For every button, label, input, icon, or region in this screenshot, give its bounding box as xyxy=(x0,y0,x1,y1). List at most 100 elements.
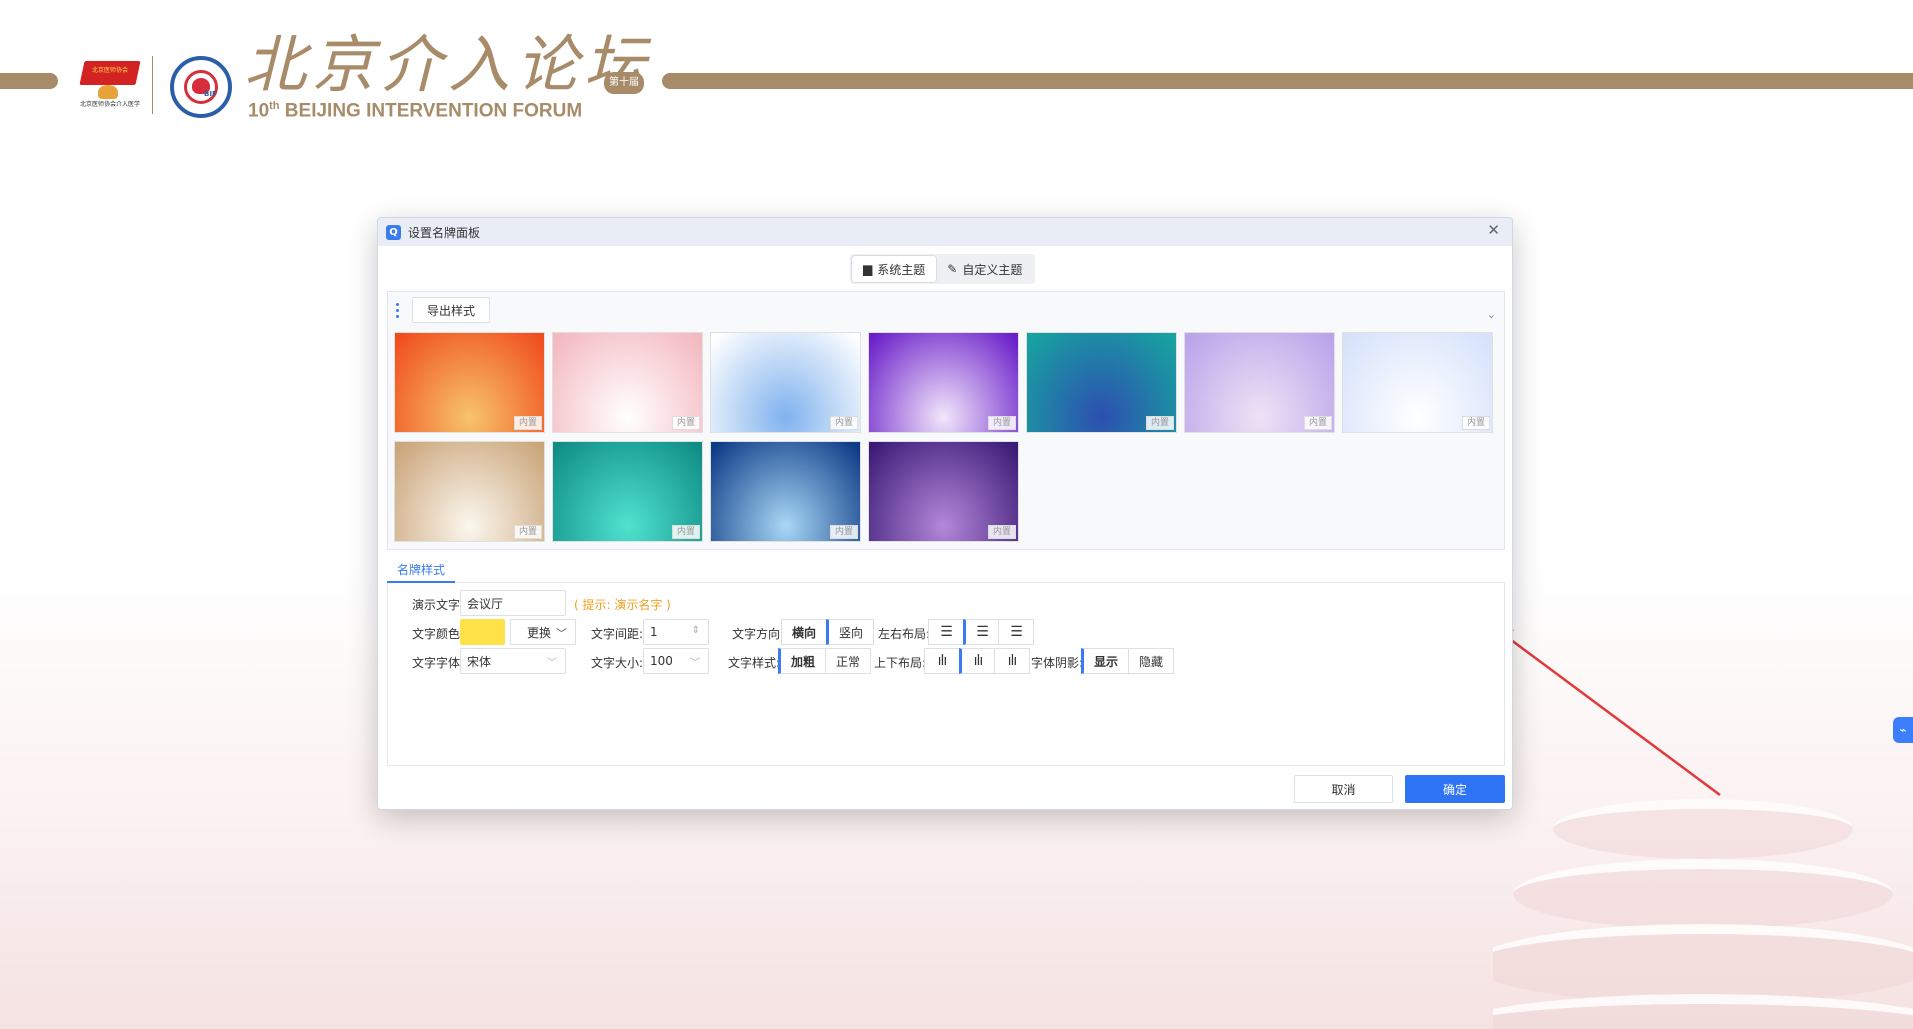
more-options-icon[interactable] xyxy=(394,302,400,318)
theme-tabs: ▆ 系统主题 ✎ 自定义主题 xyxy=(850,254,1036,284)
cancel-button[interactable]: 取消 xyxy=(1294,775,1393,803)
theme-thumbnail[interactable]: 内置 xyxy=(552,441,703,542)
builtin-badge: 内置 xyxy=(513,525,542,539)
confirm-button[interactable]: 确定 xyxy=(1405,775,1505,803)
builtin-badge: 内置 xyxy=(1303,416,1332,430)
forum-seal: 第十届 xyxy=(604,72,644,94)
tab-system-theme[interactable]: ▆ 系统主题 xyxy=(852,256,937,282)
dialog-title: 设置名牌面板 xyxy=(408,225,481,240)
direction-vertical-button[interactable]: 竖向 xyxy=(826,619,875,645)
builtin-badge: 内置 xyxy=(987,525,1016,539)
builtin-badge: 内置 xyxy=(671,525,700,539)
font-shadow-group: 显示 隐藏 xyxy=(1081,648,1175,674)
text-style-group: 加粗 正常 xyxy=(778,648,872,674)
font-shadow-label: 字体阴影: xyxy=(1031,656,1084,670)
text-color-label: 文字颜色: xyxy=(412,627,465,641)
chevron-down-icon[interactable]: ⌄ xyxy=(1487,308,1496,321)
builtin-badge: 内置 xyxy=(987,416,1016,430)
pencil-icon: ✎ xyxy=(947,262,958,276)
font-size-select[interactable]: 100 ﹀ xyxy=(643,648,709,674)
dialog-titlebar: Q 设置名牌面板 ✕ xyxy=(378,218,1512,246)
title-en-number: 10 xyxy=(248,100,270,122)
theme-thumbnail[interactable]: 内置 xyxy=(710,441,861,542)
font-size-value: 100 xyxy=(650,654,673,668)
style-bold-button[interactable]: 加粗 xyxy=(778,648,827,674)
direction-horizontal-button[interactable]: 横向 xyxy=(781,619,828,645)
forum-emblem-icon: BIF xyxy=(170,56,232,118)
align-center-icon[interactable]: ☰ xyxy=(963,619,999,645)
theme-thumbnail[interactable]: 内置 xyxy=(1184,332,1335,433)
align-bottom-icon[interactable]: ılı xyxy=(994,648,1030,674)
monitor-icon: ▆ xyxy=(863,262,873,276)
text-direction-group: 横向 竖向 xyxy=(781,619,875,645)
align-top-icon[interactable]: ılı xyxy=(924,648,960,674)
tab-nameplate-style[interactable]: 名牌样式 xyxy=(387,559,456,583)
app-icon: Q xyxy=(386,224,401,240)
style-settings-panel: 演示文字: 会议厅 ( 提示: 演示名字 ) 文字颜色: 更换 ﹀ 文字间距: … xyxy=(387,583,1505,766)
horizontal-layout-label: 左右布局: xyxy=(878,627,931,641)
change-color-label: 更换 xyxy=(527,625,552,640)
title-en-text: BEIJING INTERVENTION FORUM xyxy=(279,100,583,122)
align-left-icon[interactable]: ☰ xyxy=(928,619,964,645)
red-arrow-annotation xyxy=(1484,620,1721,797)
gallery-toolbar: 导出样式 xyxy=(388,292,1504,328)
logo-flag-text: 北京医师协会 xyxy=(91,67,128,74)
text-style-label: 文字样式: xyxy=(728,656,781,670)
forum-title-chinese: 北京介入论坛 xyxy=(244,28,653,101)
close-icon[interactable]: ✕ xyxy=(1487,221,1500,239)
theme-thumbnail[interactable]: 内置 xyxy=(394,332,545,433)
export-style-button[interactable]: 导出样式 xyxy=(412,297,491,323)
theme-thumbnail[interactable]: 内置 xyxy=(868,441,1019,542)
style-tabbar: 名牌样式 xyxy=(387,559,1505,583)
title-en-suffix: th xyxy=(269,100,280,112)
vertical-layout-group: ılı ılı ılı xyxy=(924,648,1030,674)
demo-text-input[interactable]: 会议厅 xyxy=(460,590,566,616)
stepper-icon[interactable]: ⇕ xyxy=(692,625,700,636)
emblem-text: BIF xyxy=(204,90,217,98)
builtin-badge: 内置 xyxy=(829,525,858,539)
theme-thumbnail[interactable]: 内置 xyxy=(868,332,1019,433)
shadow-show-button[interactable]: 显示 xyxy=(1081,648,1130,674)
demo-text-hint: ( 提示: 演示名字 ) xyxy=(574,598,671,612)
theme-thumbnail[interactable]: 内置 xyxy=(1026,332,1177,433)
forum-title-english: 10th BEIJING INTERVENTION FORUM xyxy=(248,100,582,122)
align-middle-icon[interactable]: ılı xyxy=(959,648,995,674)
change-color-button[interactable]: 更换 ﹀ xyxy=(510,619,576,645)
temple-ring xyxy=(1513,859,1893,929)
theme-thumbnail[interactable]: 内置 xyxy=(552,332,703,433)
builtin-badge: 内置 xyxy=(513,416,542,430)
font-family-select[interactable]: 宋体 ﹀ xyxy=(460,648,566,674)
style-normal-button[interactable]: 正常 xyxy=(825,648,872,674)
tab-custom-theme[interactable]: ✎ 自定义主题 xyxy=(936,256,1033,282)
nameplate-settings-dialog: Q 设置名牌面板 ✕ ▆ 系统主题 ✎ 自定义主题 导出样式 ⌄ 内置 内置 内置内… xyxy=(377,217,1513,810)
flame-icon xyxy=(98,85,118,99)
chevron-down-icon: ﹀ xyxy=(556,627,567,640)
theme-thumbnail[interactable]: 内置 xyxy=(394,441,545,542)
theme-gallery: 导出样式 ⌄ 内置 内置 内置 内置 内置 内置 内置 内置 内置 内置 内置 xyxy=(387,291,1505,550)
side-widget-button[interactable]: ⌁ xyxy=(1893,717,1913,743)
builtin-badge: 内置 xyxy=(829,416,858,430)
builtin-badge: 内置 xyxy=(671,416,700,430)
temple-ring xyxy=(1493,924,1913,1004)
tab-label: 系统主题 xyxy=(877,262,926,277)
chevron-down-icon: ﹀ xyxy=(547,658,557,669)
logo-divider xyxy=(152,56,153,114)
theme-thumbnail[interactable]: 内置 xyxy=(710,332,861,433)
banner-stripe-left xyxy=(0,73,58,89)
association-logo: 北京医师协会 北京医师协会介入医学 xyxy=(70,55,150,111)
theme-thumbnail[interactable]: 内置 xyxy=(1342,332,1493,433)
align-right-icon[interactable]: ☰ xyxy=(998,619,1034,645)
text-direction-label: 文字方向: xyxy=(732,627,785,641)
shadow-hide-button[interactable]: 隐藏 xyxy=(1128,648,1175,674)
text-spacing-label: 文字间距: xyxy=(591,627,644,641)
text-color-swatch[interactable] xyxy=(460,619,505,645)
text-spacing-input[interactable]: 1 ⇕ xyxy=(643,619,709,645)
vertical-layout-label: 上下布局: xyxy=(874,656,927,670)
forum-banner: 北京医师协会 北京医师协会介入医学 BIF 北京介入论坛 第十届 10th BE… xyxy=(0,0,1913,130)
demo-text-label: 演示文字: xyxy=(412,598,465,612)
builtin-badge: 内置 xyxy=(1461,416,1490,430)
font-size-label: 文字大小: xyxy=(591,656,644,670)
text-spacing-value: 1 xyxy=(650,625,658,639)
banner-stripe-right xyxy=(662,73,1913,89)
builtin-badge: 内置 xyxy=(1145,416,1174,430)
